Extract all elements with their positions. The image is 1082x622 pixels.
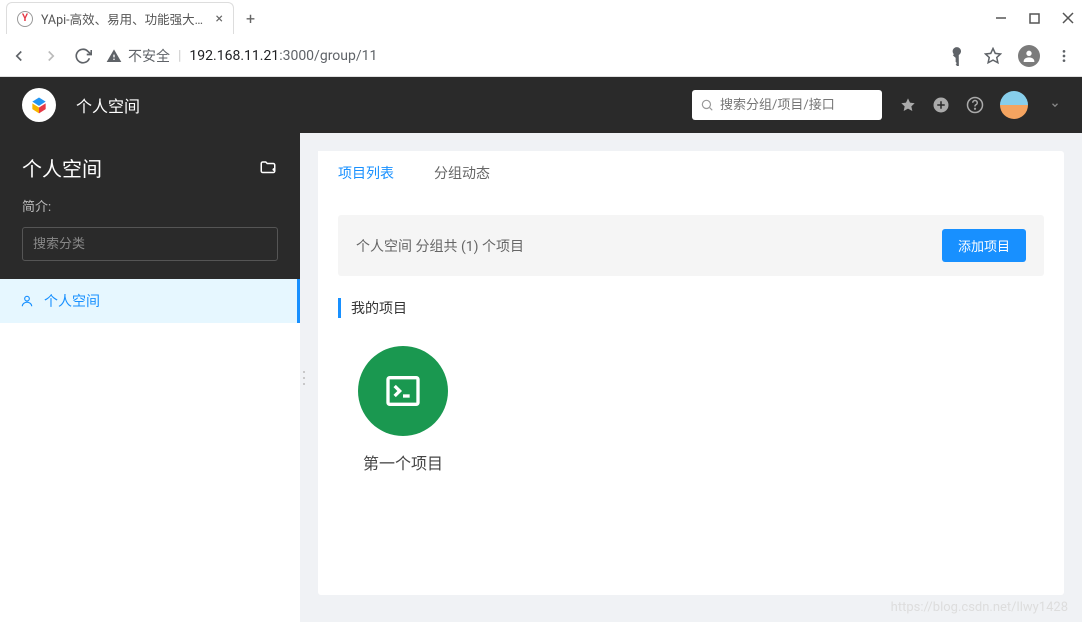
close-icon[interactable]: × [216, 11, 223, 27]
insecure-badge: 不安全 [106, 46, 170, 66]
app-logo[interactable] [22, 88, 56, 122]
browser-chrome: Y YApi-高效、易用、功能强大的可 × + 不安全 | 192.168.11… [0, 0, 1082, 77]
sidebar-title: 个人空间 [22, 153, 102, 182]
yapi-favicon: Y [17, 11, 33, 27]
tab-title: YApi-高效、易用、功能强大的可 [41, 9, 208, 28]
profile-icon[interactable] [1018, 45, 1040, 67]
app-title: 个人空间 [76, 93, 692, 117]
url-divider: | [178, 48, 181, 64]
sidebar-item-label: 个人空间 [44, 291, 100, 311]
star-icon[interactable] [984, 47, 1002, 65]
url-bar[interactable]: 不安全 | 192.168.11.21:3000/group/11 [106, 46, 934, 66]
insecure-label: 不安全 [128, 46, 170, 66]
back-button[interactable] [10, 47, 28, 65]
add-project-button[interactable]: 添加项目 [942, 229, 1026, 262]
sidebar-intro-label: 简介: [22, 196, 278, 215]
info-bar: 个人空间 分组共 (1) 个项目 添加项目 [338, 215, 1044, 276]
url-host: 192.168.11.21 [189, 48, 279, 64]
menu-icon[interactable] [1056, 48, 1072, 64]
project-card[interactable]: 第一个项目 [358, 346, 448, 474]
tab-group-activity[interactable]: 分组动态 [414, 151, 510, 195]
sidebar-list: 个人空间 [0, 279, 300, 622]
sidebar-header: 个人空间 简介: [0, 133, 300, 279]
user-icon [20, 294, 34, 308]
terminal-icon [383, 371, 423, 411]
sidebar-item-personal-space[interactable]: 个人空间 [0, 279, 300, 323]
main: 项目列表 分组动态 个人空间 分组共 (1) 个项目 添加项目 我的项目 第一个… [308, 133, 1082, 622]
project-icon [358, 346, 448, 436]
sidebar-search-input[interactable] [22, 227, 278, 261]
new-tab-button[interactable]: + [246, 9, 255, 28]
content: 个人空间 简介: 个人空间 项目列表 分组动态 个人空间 [0, 133, 1082, 622]
tab-project-list[interactable]: 项目列表 [318, 151, 414, 195]
header-icons [900, 91, 1060, 119]
folder-add-icon[interactable] [258, 159, 278, 177]
nav-bar: 不安全 | 192.168.11.21:3000/group/11 [0, 36, 1082, 76]
add-icon[interactable] [932, 96, 950, 114]
key-icon[interactable] [948, 46, 968, 66]
nav-right [948, 45, 1072, 67]
project-grid: 第一个项目 [338, 336, 1044, 484]
app-header: 个人空间 [0, 77, 1082, 133]
header-search [692, 90, 882, 120]
search-input[interactable] [692, 90, 882, 120]
tab-bar: Y YApi-高效、易用、功能强大的可 × + [0, 0, 255, 36]
warning-icon [106, 48, 122, 64]
sidebar-search [22, 227, 278, 261]
forward-button[interactable] [42, 47, 60, 65]
info-text: 个人空间 分组共 (1) 个项目 [356, 236, 524, 256]
help-icon[interactable] [966, 96, 984, 114]
favorite-icon[interactable] [900, 97, 916, 113]
url-path: :3000/group/11 [279, 48, 377, 64]
tab-content: 个人空间 分组共 (1) 个项目 添加项目 我的项目 第一个项目 [318, 195, 1064, 595]
maximize-icon[interactable] [1029, 13, 1040, 24]
browser-tab[interactable]: Y YApi-高效、易用、功能强大的可 × [6, 2, 234, 34]
resize-handle[interactable] [300, 133, 308, 622]
project-name: 第一个项目 [363, 450, 443, 474]
window-close-icon[interactable] [1062, 12, 1074, 24]
reload-button[interactable] [74, 47, 92, 65]
watermark: https://blog.csdn.net/llwy1428 [891, 600, 1068, 615]
chevron-down-icon[interactable] [1050, 100, 1060, 110]
section-title: 我的项目 [338, 298, 1044, 318]
sidebar: 个人空间 简介: 个人空间 [0, 133, 300, 622]
user-avatar[interactable] [1000, 91, 1028, 119]
tabs: 项目列表 分组动态 [318, 151, 1064, 195]
minimize-icon[interactable] [995, 12, 1007, 24]
